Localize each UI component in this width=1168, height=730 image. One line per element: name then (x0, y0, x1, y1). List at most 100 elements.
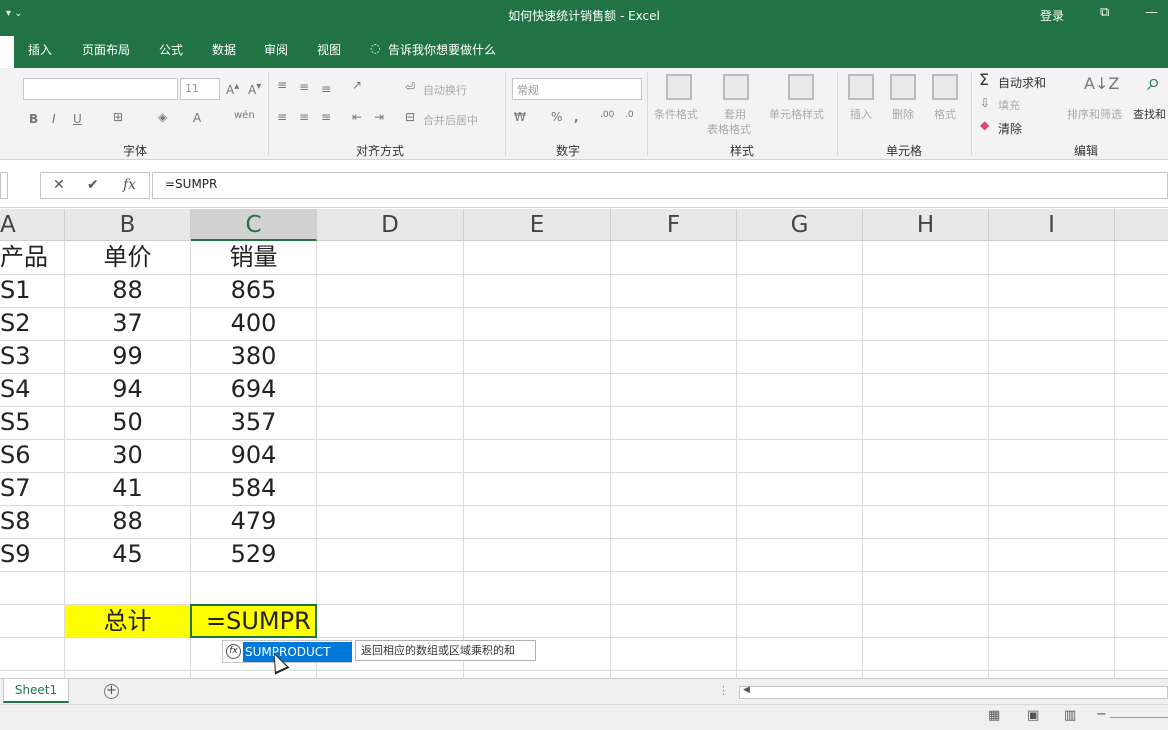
increase-decimal-icon[interactable]: .00 (600, 110, 614, 120)
active-cell-editor[interactable]: =SUMPR (190, 604, 317, 638)
orientation-icon[interactable]: ↗ (352, 78, 362, 92)
splitter-icon[interactable]: ⋮ (718, 684, 729, 697)
shrink-font-icon[interactable]: A▾ (248, 81, 261, 97)
cell-c8[interactable]: 584 (191, 472, 316, 505)
column-header-i[interactable]: I (989, 209, 1115, 241)
cell-style-icon[interactable] (788, 74, 814, 100)
cell-b5[interactable]: 94 (65, 373, 190, 406)
table-format-button-line2[interactable]: 表格格式 (707, 121, 751, 137)
font-size-combo[interactable]: 11 (180, 78, 220, 100)
name-box[interactable] (0, 172, 8, 199)
align-center-icon[interactable]: ≡ (299, 110, 309, 124)
delete-cells-icon[interactable] (890, 74, 916, 100)
confirm-icon[interactable]: ✔ (87, 177, 99, 193)
login-button[interactable]: 登录 (1040, 7, 1064, 24)
find-select-button[interactable]: 查找和 (1133, 106, 1166, 122)
bold-icon[interactable]: B (29, 112, 38, 126)
insert-cells-icon[interactable] (848, 74, 874, 100)
cell-a8[interactable]: S7 (0, 472, 64, 505)
page-break-view-icon[interactable]: ▥ (1064, 708, 1076, 723)
cell-b8[interactable]: 41 (65, 472, 190, 505)
normal-view-icon[interactable]: ▦ (988, 708, 1000, 723)
cell-c9[interactable]: 479 (191, 505, 316, 538)
align-left-icon[interactable]: ≡ (277, 110, 287, 124)
zoom-out-icon[interactable]: − (1096, 707, 1107, 722)
sort-filter-icon[interactable]: A↓Z (1084, 74, 1119, 93)
cell-b1[interactable]: 单价 (65, 241, 190, 274)
cell-a4[interactable]: S3 (0, 340, 64, 373)
clear-button[interactable]: 清除 (998, 120, 1022, 137)
sheet-tab-sheet1[interactable]: Sheet1 (3, 679, 69, 703)
cell-c5[interactable]: 694 (191, 373, 316, 406)
scroll-left-icon[interactable]: ◀ (743, 685, 750, 695)
cell-c10[interactable]: 529 (191, 538, 316, 571)
table-format-icon[interactable] (723, 74, 749, 100)
tab-insert[interactable]: 插入 (28, 41, 52, 58)
sigma-icon[interactable]: Σ (979, 70, 989, 89)
font-name-combo[interactable] (23, 78, 178, 100)
cell-c6[interactable]: 357 (191, 406, 316, 439)
fill-icon[interactable]: ⇩ (980, 96, 990, 110)
decrease-decimal-icon[interactable]: .0 (625, 110, 634, 120)
tab-view[interactable]: 视图 (317, 41, 341, 58)
sort-filter-button[interactable]: 排序和筛选 (1067, 106, 1122, 122)
add-sheet-button[interactable]: + (104, 684, 119, 699)
cell-a3[interactable]: S2 (0, 307, 64, 340)
increase-indent-icon[interactable]: ⇥ (374, 110, 384, 124)
insert-cells-button[interactable]: 插入 (850, 106, 872, 122)
number-format-combo[interactable]: 常规 (512, 78, 642, 100)
grow-font-icon[interactable]: A▴ (226, 81, 239, 97)
column-header-b[interactable]: B (65, 209, 191, 241)
merge-center-button[interactable]: 合并后居中 (423, 112, 478, 128)
comma-icon[interactable]: , (574, 110, 579, 124)
tab-review[interactable]: 审阅 (264, 41, 288, 58)
cell-c3[interactable]: 400 (191, 307, 316, 340)
total-label-cell[interactable]: 总计 (65, 605, 190, 638)
cell-b9[interactable]: 88 (65, 505, 190, 538)
insert-function-icon[interactable]: fx (123, 177, 136, 193)
cell-a5[interactable]: S4 (0, 373, 64, 406)
column-header-c[interactable]: C (191, 209, 317, 241)
align-top-icon[interactable]: ≡ (277, 78, 287, 92)
column-header-g[interactable]: G (737, 209, 863, 241)
restore-icon[interactable]: ⧉ (1100, 5, 1109, 20)
formula-input[interactable]: =SUMPR (152, 172, 1168, 199)
find-icon[interactable]: ⌕ (1147, 68, 1160, 96)
cell-c1[interactable]: 销量 (191, 241, 316, 274)
cell-a1[interactable]: 产品 (0, 241, 64, 274)
cell-b7[interactable]: 30 (65, 439, 190, 472)
cell-b2[interactable]: 88 (65, 274, 190, 307)
fill-button[interactable]: 填充 (998, 97, 1020, 113)
wrap-text-icon[interactable]: ⏎ (405, 80, 415, 94)
underline-icon[interactable]: U (73, 112, 82, 126)
table-format-button-line1[interactable]: 套用 (724, 106, 746, 122)
minimize-icon[interactable]: — (1145, 5, 1158, 20)
align-middle-icon[interactable]: ≡ (299, 80, 309, 94)
cell-a9[interactable]: S8 (0, 505, 64, 538)
percent-icon[interactable]: % (551, 110, 562, 124)
currency-icon[interactable]: ₩ (514, 110, 526, 124)
cell-c4[interactable]: 380 (191, 340, 316, 373)
font-color-icon[interactable]: A (193, 111, 201, 125)
cell-c2[interactable]: 865 (191, 274, 316, 307)
column-header-a[interactable]: A (0, 209, 65, 241)
tab-data[interactable]: 数据 (212, 41, 236, 58)
horizontal-scrollbar[interactable]: ◀ (739, 685, 1168, 699)
worksheet-grid[interactable]: 产品 单价 销量 S1 88 865 S2 37 400 S3 99 380 S4 94 694 S5 5… (0, 241, 1168, 678)
column-header-f[interactable]: F (611, 209, 737, 241)
delete-cells-button[interactable]: 删除 (892, 106, 914, 122)
align-bottom-icon[interactable]: ≡ (321, 82, 331, 96)
autocomplete-item-sumproduct[interactable]: SUMPRODUCT (243, 642, 352, 662)
cancel-icon[interactable]: ✕ (53, 177, 65, 193)
border-icon[interactable]: ⊞ (113, 110, 123, 124)
cell-b4[interactable]: 99 (65, 340, 190, 373)
fill-color-icon[interactable]: ◈ (158, 110, 167, 124)
zoom-slider[interactable] (1110, 717, 1168, 718)
decrease-indent-icon[interactable]: ⇤ (352, 110, 362, 124)
tab-page-layout[interactable]: 页面布局 (82, 41, 130, 58)
cell-a2[interactable]: S1 (0, 274, 64, 307)
conditional-format-button[interactable]: 条件格式 (654, 106, 698, 122)
format-cells-icon[interactable] (932, 74, 958, 100)
page-layout-view-icon[interactable]: ▣ (1027, 708, 1039, 723)
conditional-format-icon[interactable] (666, 74, 692, 100)
